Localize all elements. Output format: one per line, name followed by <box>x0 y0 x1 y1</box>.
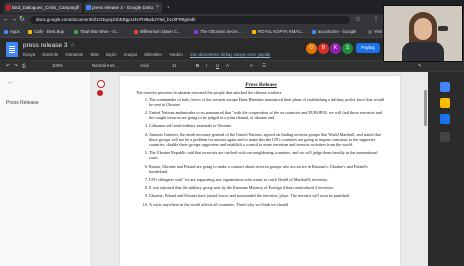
bookmark-icon <box>28 29 32 34</box>
reload-icon[interactable]: ↻ <box>18 16 26 24</box>
bookmark-item[interactable]: ROYAL KOPYA KMAC... <box>252 27 305 36</box>
close-icon[interactable]: × <box>76 2 79 13</box>
bookmark-item[interactable]: Apps <box>4 27 20 36</box>
webcam-person-shirt <box>402 42 444 61</box>
bold-button[interactable]: B <box>196 62 199 70</box>
menu-file[interactable]: Dosya <box>23 52 35 57</box>
google-docs-logo-icon[interactable] <box>6 42 18 57</box>
bookmark-icon <box>134 29 138 34</box>
last-edit-link[interactable]: Son düzenleme birkaç saniye önce yapıldı <box>190 52 271 57</box>
webcam-overlay <box>383 5 463 62</box>
url-input[interactable]: docs.google.com/document/d/1O3xyvjZxbEBg… <box>30 16 350 24</box>
redo-icon[interactable]: ↷ <box>14 62 18 70</box>
avatar[interactable]: S <box>342 43 353 54</box>
webcam-person-face <box>414 18 432 40</box>
list-item: The commander of italy forces of the wes… <box>149 97 386 107</box>
list-item: A crisis anywhere in the world affects a… <box>149 202 386 207</box>
back-arrow-icon[interactable]: ← <box>7 79 15 87</box>
suggestion-marker-icon[interactable] <box>97 90 103 96</box>
bookmark-icon <box>252 29 256 34</box>
close-icon[interactable]: × <box>156 2 159 13</box>
menu-format[interactable]: Biçim <box>106 52 117 57</box>
menu-tools[interactable]: Araçlar <box>124 52 138 57</box>
list-item: United Nations ambassador to eu announce… <box>149 110 386 120</box>
headset-icon <box>438 26 448 31</box>
text-color-button[interactable]: A <box>226 62 229 70</box>
bookmark-item[interactable]: The Ottoman Secre... <box>194 27 241 36</box>
bookmark-item[interactable]: Cafe - Best Buy <box>28 27 64 36</box>
add-icon[interactable] <box>440 132 450 142</box>
list-icon[interactable]: ☰ <box>262 62 266 70</box>
back-icon[interactable]: ← <box>2 16 10 24</box>
bookmark-item[interactable]: Total War Wwe - G... <box>74 27 119 36</box>
list-item: Russia, Ukraine and Poland are going to … <box>149 164 386 174</box>
google-icon <box>312 29 316 34</box>
star-icon[interactable]: ☆ <box>354 16 362 24</box>
avatar[interactable]: O <box>306 43 317 54</box>
bookmark-item[interactable]: accustome - Google <box>312 27 356 36</box>
font-select[interactable]: Arial <box>140 62 149 70</box>
tab-favicon-icon <box>86 5 91 10</box>
list-item: The Ukraine Republic said that terrorist… <box>149 150 386 160</box>
list-item: Ukraine, Poland and Estonia have joined … <box>149 193 386 198</box>
new-tab-button[interactable]: + <box>164 2 176 13</box>
italic-button[interactable]: I <box>206 62 207 70</box>
side-panel-rail <box>428 72 464 266</box>
share-button[interactable]: Paylaş <box>356 43 380 53</box>
document-intro: The terrorist presence in ukraine execut… <box>136 90 282 95</box>
list-item: Lithuania will send military materials t… <box>149 123 386 128</box>
font-size-select[interactable]: 11 <box>172 62 176 70</box>
zoom-select[interactable]: 100% <box>52 62 63 70</box>
list-item: UN's delegates said "we are supporting a… <box>149 177 386 182</box>
tab-label: press release 3 - Google Doku <box>92 5 154 10</box>
keep-icon[interactable] <box>440 98 450 108</box>
globe-icon <box>368 29 372 34</box>
browser-tab[interactable]: Bird_Dialogues_Crisis_Campaign × <box>4 2 82 13</box>
bookmark-icon <box>74 29 78 34</box>
browser-tab-active[interactable]: press release 3 - Google Doku × <box>84 2 162 13</box>
menu-icon[interactable]: ⋮ <box>372 16 380 24</box>
forward-icon[interactable]: → <box>10 16 18 24</box>
avatar[interactable]: B <box>318 43 329 54</box>
underline-button[interactable]: U <box>216 62 219 70</box>
style-select[interactable]: Normal met... <box>92 62 118 70</box>
comment-marker-icon[interactable] <box>97 80 105 88</box>
bookmark-item[interactable]: Millennium Dawn C... <box>134 27 181 36</box>
menu-view[interactable]: Görünüm <box>65 52 83 57</box>
document-heading: Press Release <box>245 82 277 88</box>
list-item: Antonio Gutteres, the ninth secretary ge… <box>149 132 386 148</box>
align-icon[interactable]: ≡ <box>250 62 253 70</box>
document-body: Press Release The terrorist presence in … <box>136 82 386 210</box>
tab-label: Bird_Dialogues_Crisis_Campaign <box>12 5 80 10</box>
document-title[interactable]: press release 3 <box>23 42 67 49</box>
document-outline: ← Press Release <box>0 72 90 266</box>
pencil-icon[interactable]: ✎ <box>418 62 422 70</box>
menu-addons[interactable]: Eklentiler <box>144 52 162 57</box>
star-icon[interactable]: ☆ <box>70 42 75 49</box>
tab-favicon-icon <box>6 5 11 10</box>
apps-icon <box>4 29 8 34</box>
bookmark-icon <box>194 29 198 34</box>
undo-icon[interactable]: ↶ <box>6 62 10 70</box>
menu-insert[interactable]: Ekle <box>90 52 98 57</box>
menu-edit[interactable]: Düzenle <box>42 52 58 57</box>
scrollbar[interactable] <box>424 90 427 126</box>
tasks-icon[interactable] <box>440 114 450 124</box>
menu-help[interactable]: Yardım <box>169 52 183 57</box>
avatar[interactable]: K <box>330 43 341 54</box>
document-page[interactable]: Press Release The terrorist presence in … <box>120 76 400 266</box>
document-canvas: Press Release The terrorist presence in … <box>90 72 428 266</box>
list-item: It was reported that the military group … <box>149 185 386 190</box>
numbered-list: The commander of italy forces of the wes… <box>136 97 386 207</box>
calendar-icon[interactable] <box>440 82 450 92</box>
outline-heading[interactable]: Press Release <box>6 100 39 106</box>
menu-bar: Dosya Düzenle Görünüm Ekle Biçim Araçlar… <box>23 52 276 57</box>
print-icon[interactable]: ⎙ <box>22 62 25 70</box>
